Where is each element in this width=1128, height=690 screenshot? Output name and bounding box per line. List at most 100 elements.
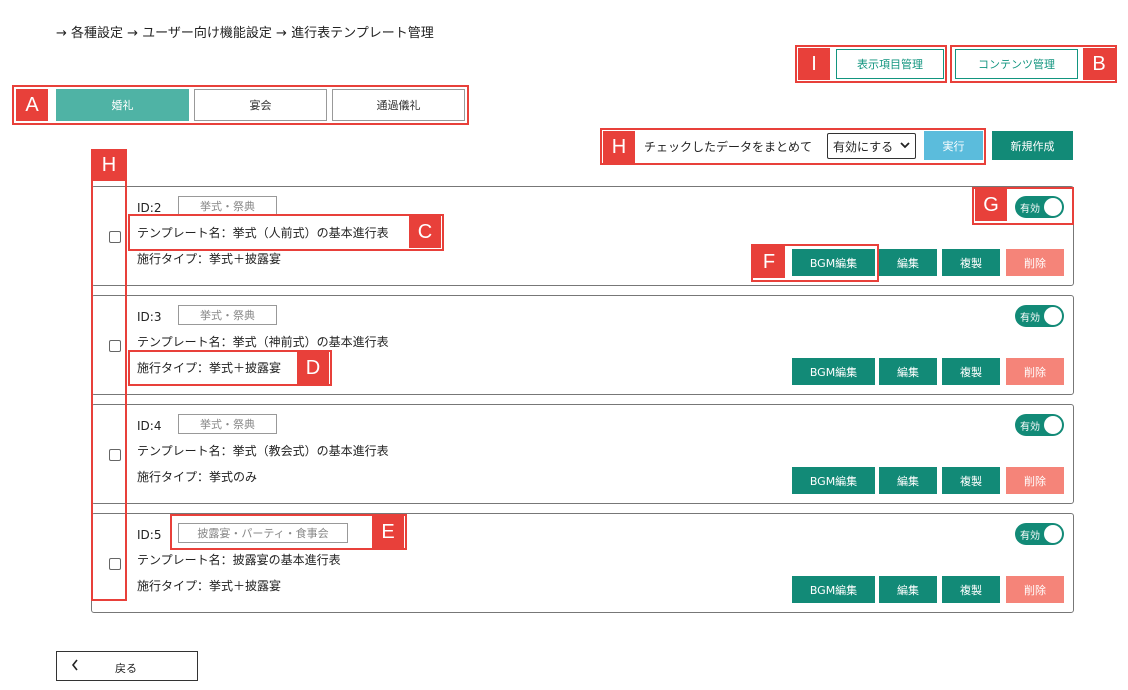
run-label: 実行 xyxy=(942,139,965,153)
status-toggle[interactable]: 有効 xyxy=(1015,523,1064,545)
status-label: 有効 xyxy=(1020,422,1040,433)
edit-button[interactable]: 編集 xyxy=(879,576,937,603)
bulk-action-select[interactable]: 有効にする xyxy=(827,133,916,159)
copy-label: 複製 xyxy=(960,583,982,597)
row-checkbox[interactable] xyxy=(109,558,121,570)
edit-button[interactable]: 編集 xyxy=(879,467,937,494)
new-button[interactable]: 新規作成 xyxy=(992,131,1073,160)
bgm-edit-button[interactable]: BGM編集 xyxy=(792,358,875,385)
annotation-marker-d: D xyxy=(297,352,329,384)
bgm-edit-label: BGM編集 xyxy=(809,256,858,270)
edit-label: 編集 xyxy=(897,583,919,597)
back-button[interactable]: 戻る xyxy=(56,651,198,681)
template-type: 施行タイプ：挙式のみ xyxy=(137,470,258,484)
status-toggle[interactable]: 有効 xyxy=(1015,414,1064,436)
bgm-edit-label: BGM編集 xyxy=(809,474,858,488)
row-checkbox[interactable] xyxy=(109,231,121,243)
template-id: ID:4 xyxy=(137,419,162,433)
bulk-action-selected: 有効にする xyxy=(833,139,894,154)
contents-button[interactable]: コンテンツ管理 xyxy=(955,49,1078,79)
delete-label: 削除 xyxy=(1024,365,1046,379)
category-badge: 挙式・祭典 xyxy=(178,196,277,216)
copy-button[interactable]: 複製 xyxy=(942,358,1000,385)
edit-label: 編集 xyxy=(897,474,919,488)
contents-label: コンテンツ管理 xyxy=(978,58,1055,71)
copy-button[interactable]: 複製 xyxy=(942,467,1000,494)
template-type: 施行タイプ：挙式＋披露宴 xyxy=(137,361,282,375)
edit-button[interactable]: 編集 xyxy=(879,358,937,385)
chevron-left-icon xyxy=(71,659,79,674)
template-name: テンプレート名：披露宴の基本進行表 xyxy=(137,553,341,567)
copy-label: 複製 xyxy=(960,474,982,488)
delete-label: 削除 xyxy=(1024,474,1046,488)
copy-label: 複製 xyxy=(960,256,982,270)
tab-rites[interactable]: 通過儀礼 xyxy=(332,89,465,121)
category-badge: 挙式・祭典 xyxy=(178,305,277,325)
bgm-edit-button[interactable]: BGM編集 xyxy=(792,249,875,276)
annotation-marker-h-bulk: H xyxy=(603,131,635,163)
edit-label: 編集 xyxy=(897,365,919,379)
bgm-edit-button[interactable]: BGM編集 xyxy=(792,576,875,603)
row-checkbox[interactable] xyxy=(109,449,121,461)
annotation-marker-g: G xyxy=(975,189,1007,221)
delete-button[interactable]: 削除 xyxy=(1006,467,1064,494)
copy-button[interactable]: 複製 xyxy=(942,576,1000,603)
template-id: ID:3 xyxy=(137,310,162,324)
row-checkbox[interactable] xyxy=(109,340,121,352)
status-toggle[interactable]: 有効 xyxy=(1015,305,1064,327)
template-type: 施行タイプ：挙式＋披露宴 xyxy=(137,579,282,593)
edit-button[interactable]: 編集 xyxy=(879,249,937,276)
template-card: ID:5 披露宴・パーティ・食事会 テンプレート名：披露宴の基本進行表 施行タイ… xyxy=(91,513,1074,613)
bulk-action-label: チェックしたデータをまとめて xyxy=(644,140,813,154)
status-label: 有効 xyxy=(1020,531,1040,542)
template-card: ID:4 挙式・祭典 テンプレート名：挙式（教会式）の基本進行表 施行タイプ：挙… xyxy=(91,404,1074,504)
status-toggle[interactable]: 有効 xyxy=(1015,196,1064,218)
annotation-marker-h-checkboxes: H xyxy=(93,149,125,181)
display-items-label: 表示項目管理 xyxy=(857,58,923,71)
chevron-down-icon xyxy=(900,138,910,155)
delete-label: 削除 xyxy=(1024,256,1046,270)
tab-banquet[interactable]: 宴会 xyxy=(194,89,327,121)
toggle-knob xyxy=(1044,307,1062,325)
bgm-edit-label: BGM編集 xyxy=(809,583,858,597)
delete-button[interactable]: 削除 xyxy=(1006,249,1064,276)
template-type: 施行タイプ：挙式＋披露宴 xyxy=(137,252,282,266)
copy-button[interactable]: 複製 xyxy=(942,249,1000,276)
template-card: ID:2 挙式・祭典 テンプレート名：挙式（人前式）の基本進行表 施行タイプ：挙… xyxy=(91,186,1074,286)
display-items-button[interactable]: 表示項目管理 xyxy=(836,49,944,79)
delete-label: 削除 xyxy=(1024,583,1046,597)
template-id: ID:2 xyxy=(137,201,162,215)
template-id: ID:5 xyxy=(137,528,162,542)
tab-wedding-label: 婚礼 xyxy=(111,99,134,112)
annotation-marker-f: F xyxy=(753,246,785,278)
annotation-marker-e: E xyxy=(372,516,404,548)
annotation-marker-a: A xyxy=(16,89,48,121)
bgm-edit-button[interactable]: BGM編集 xyxy=(792,467,875,494)
category-badge: 披露宴・パーティ・食事会 xyxy=(178,523,348,543)
tab-rites-label: 通過儀礼 xyxy=(376,99,421,112)
annotation-marker-i: I xyxy=(798,48,830,80)
delete-button[interactable]: 削除 xyxy=(1006,358,1064,385)
tab-banquet-label: 宴会 xyxy=(249,99,272,112)
category-badge: 挙式・祭典 xyxy=(178,414,277,434)
tab-wedding[interactable]: 婚礼 xyxy=(56,89,189,121)
delete-button[interactable]: 削除 xyxy=(1006,576,1064,603)
annotation-marker-c: C xyxy=(409,216,441,248)
template-name: テンプレート名：挙式（人前式）の基本進行表 xyxy=(137,226,389,240)
annotation-marker-b: B xyxy=(1083,48,1115,80)
back-label: 戻る xyxy=(115,662,137,675)
template-name: テンプレート名：挙式（神前式）の基本進行表 xyxy=(137,335,389,349)
template-name: テンプレート名：挙式（教会式）の基本進行表 xyxy=(137,444,389,458)
run-button[interactable]: 実行 xyxy=(924,131,983,160)
status-label: 有効 xyxy=(1020,204,1040,215)
toggle-knob xyxy=(1044,198,1062,216)
status-label: 有効 xyxy=(1020,313,1040,324)
breadcrumb: → 各種設定 → ユーザー向け機能設定 → 進行表テンプレート管理 xyxy=(56,26,434,41)
new-label: 新規作成 xyxy=(1010,139,1055,153)
template-card: ID:3 挙式・祭典 テンプレート名：挙式（神前式）の基本進行表 施行タイプ：挙… xyxy=(91,295,1074,395)
toggle-knob xyxy=(1044,525,1062,543)
bgm-edit-label: BGM編集 xyxy=(809,365,858,379)
toggle-knob xyxy=(1044,416,1062,434)
copy-label: 複製 xyxy=(960,365,982,379)
edit-label: 編集 xyxy=(897,256,919,270)
